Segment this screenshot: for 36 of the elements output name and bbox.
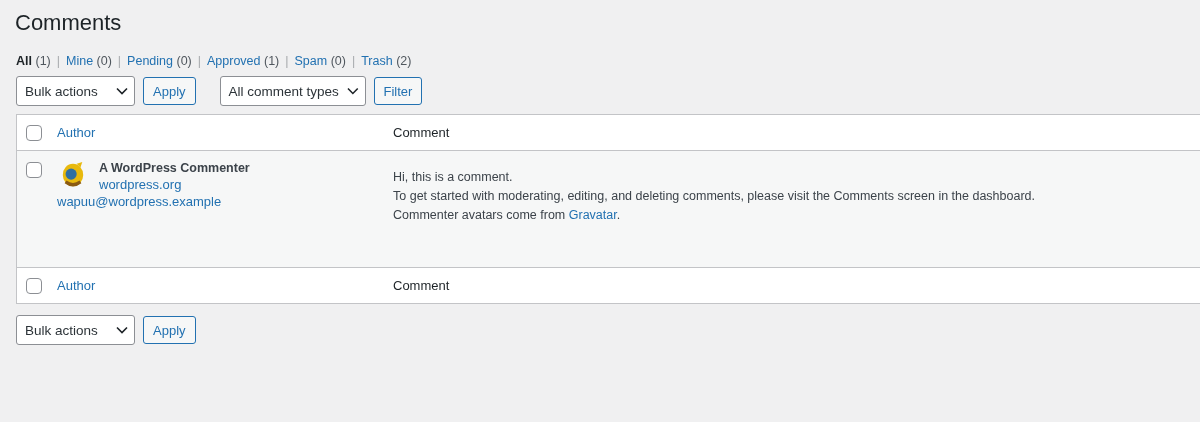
filter-link[interactable]: Pending (0)	[127, 54, 192, 68]
separator: |	[56, 54, 60, 68]
separator: |	[285, 54, 289, 68]
filter-link[interactable]: Spam (0)	[294, 54, 346, 68]
comment-type-dropdown[interactable]: All comment types	[219, 76, 366, 106]
comment-text: To get started with moderating, editing, and deleting comments, please visit the Comments screen in the dashboard.	[393, 188, 1037, 205]
author-column-header[interactable]: Author	[57, 278, 393, 293]
filter-link[interactable]: Trash (2)	[361, 54, 412, 68]
gravatar-link[interactable]: Gravatar	[568, 208, 617, 222]
comment-text: Hi, this is a comment.	[393, 169, 514, 186]
author-email-link[interactable]: wapuu@wordpress.example	[57, 194, 393, 209]
avatar-icon	[60, 161, 86, 189]
author-name: A WordPress Commenter	[99, 161, 251, 175]
separator: |	[197, 54, 201, 68]
comment-column-header: Comment	[393, 125, 451, 140]
checkbox[interactable]	[26, 277, 42, 294]
filter-button[interactable]: Filter	[373, 77, 423, 105]
comment-text: Commenter avatars come from Gravatar.	[393, 207, 622, 224]
filter-link[interactable]: Mine (0)	[66, 54, 112, 68]
chevron-down-icon	[346, 87, 359, 95]
filter-link[interactable]: All (1)	[16, 54, 51, 68]
author-column-header[interactable]: Author	[57, 125, 393, 140]
separator: |	[117, 54, 122, 68]
chevron-down-icon	[116, 326, 128, 334]
bulk-actions-dropdown[interactable]: Bulk actions	[16, 315, 135, 345]
page-title: Comments	[15, 10, 122, 36]
checkbox[interactable]	[26, 124, 42, 141]
filter-link[interactable]: Approved (1)	[207, 54, 280, 68]
bulk-actions-dropdown[interactable]: Bulk actions	[16, 76, 135, 106]
chevron-down-icon	[116, 87, 128, 95]
author-website-link[interactable]: wordpress.org	[99, 177, 393, 192]
comment-column-header: Comment	[393, 278, 451, 293]
apply-button[interactable]: Apply	[143, 77, 196, 105]
apply-button[interactable]: Apply	[143, 316, 196, 344]
checkbox[interactable]	[26, 162, 42, 178]
separator: |	[351, 54, 356, 68]
